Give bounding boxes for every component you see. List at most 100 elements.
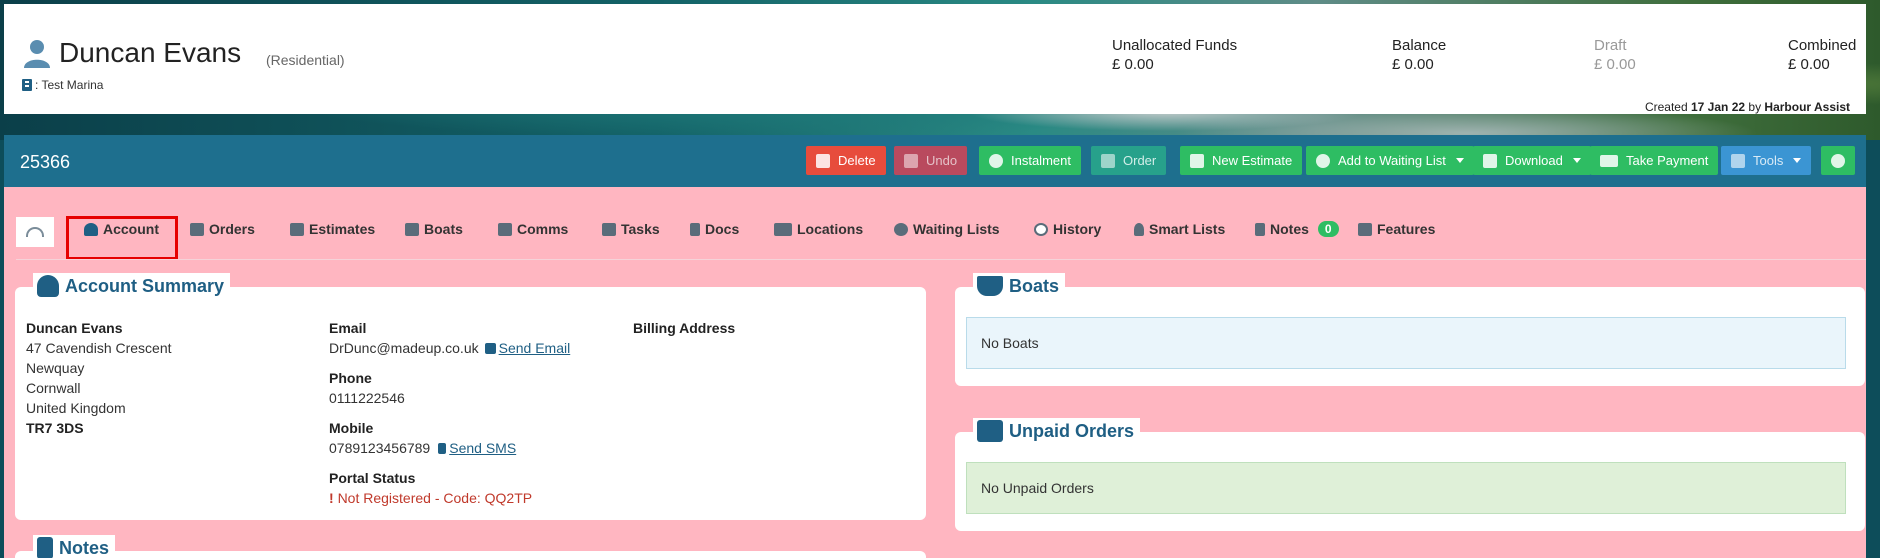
main-content: Account Orders Estimates Boats Comms Tas… (4, 187, 1866, 558)
tab-estimates[interactable]: Estimates (290, 216, 375, 242)
comments-icon (498, 222, 512, 236)
notes-title: Notes (33, 535, 116, 558)
grid-icon (1358, 222, 1372, 236)
tab-waiting-lists[interactable]: Waiting Lists (894, 216, 1000, 242)
mobile-row: 0789123456789 Send SMS (329, 440, 516, 456)
fund-combined: Combined £ 0.00 (1788, 37, 1857, 73)
delete-button[interactable]: Delete (806, 146, 886, 175)
question-icon (290, 222, 304, 236)
person-icon (37, 275, 59, 297)
download-icon (1483, 153, 1497, 168)
bed-icon (774, 222, 792, 236)
tab-features[interactable]: Features (1358, 216, 1435, 242)
clock-icon (894, 222, 908, 236)
account-summary-panel: Duncan Evans 47 Cavendish Crescent Newqu… (15, 287, 926, 520)
address-line-1: 47 Cavendish Crescent (26, 340, 172, 356)
take-payment-button[interactable]: Take Payment (1590, 146, 1719, 175)
send-email-link[interactable]: Send Email (499, 340, 571, 356)
created-info: Created 17 Jan 22 by Harbour Assist (1644, 100, 1850, 114)
tab-orders[interactable]: Orders (190, 216, 255, 242)
order-button[interactable]: Order (1091, 146, 1167, 175)
tools-button[interactable]: Tools (1721, 146, 1812, 175)
marina-line: : Test Marina (22, 78, 103, 92)
boat-icon (405, 222, 419, 236)
ship-icon (977, 276, 1003, 296)
account-name: Duncan Evans (26, 320, 123, 336)
email-value: DrDunc@madeup.co.uk (329, 340, 479, 356)
clock-icon (1316, 153, 1330, 168)
send-sms-link[interactable]: Send SMS (449, 440, 516, 456)
tab-locations[interactable]: Locations (774, 216, 863, 242)
email-label: Email (329, 320, 367, 336)
tab-comms[interactable]: Comms (498, 216, 568, 242)
tab-docs[interactable]: Docs (690, 216, 739, 242)
address-line-4: United Kingdom (26, 400, 126, 416)
tab-dashboard[interactable] (16, 217, 54, 247)
marina-name: : Test Marina (35, 78, 104, 92)
unpaid-orders-title: Unpaid Orders (973, 418, 1141, 444)
billing-address-label: Billing Address (633, 320, 736, 336)
portal-status-value: Not Registered - Code: QQ2TP (337, 490, 533, 506)
credit-card-icon (1600, 154, 1618, 167)
cart-icon (977, 420, 1003, 442)
settings-button[interactable] (1821, 146, 1855, 175)
download-button[interactable]: Download (1473, 146, 1591, 175)
tab-account[interactable]: Account (84, 216, 159, 242)
building-icon (22, 79, 32, 91)
chevron-down-icon (1572, 158, 1581, 163)
user-icon (24, 40, 50, 68)
notes-icon (37, 537, 53, 558)
customer-name: Duncan Evans (59, 37, 242, 68)
tasks-icon (602, 222, 616, 236)
address-line-3: Cornwall (26, 380, 81, 396)
lightbulb-icon (1134, 222, 1144, 236)
postcode: TR7 3DS (26, 420, 84, 436)
tab-tasks[interactable]: Tasks (602, 216, 660, 242)
tab-divider (16, 259, 1866, 260)
customer-type: (Residential) (266, 52, 345, 68)
mobile-phone-icon (438, 443, 447, 454)
add-waiting-list-button[interactable]: Add to Waiting List (1306, 146, 1474, 175)
boats-panel: No Boats (955, 287, 1865, 386)
notes-panel (15, 551, 926, 558)
tab-history[interactable]: History (1034, 216, 1101, 242)
no-unpaid-orders-message: No Unpaid Orders (966, 462, 1846, 514)
history-icon (1034, 222, 1048, 236)
boats-title: Boats (973, 273, 1066, 299)
trash-icon (816, 153, 830, 168)
dashboard-gauge-icon (26, 227, 44, 237)
undo-button[interactable]: Undo (894, 146, 968, 175)
mobile-label: Mobile (329, 420, 374, 436)
cart-icon (190, 222, 204, 236)
wrench-icon (1731, 153, 1745, 168)
undo-icon (904, 153, 918, 168)
notes-count-badge: 0 (1317, 221, 1339, 237)
no-boats-message: No Boats (966, 317, 1846, 369)
account-summary-title: Account Summary (33, 273, 231, 299)
portal-status-label: Portal Status (329, 470, 416, 486)
action-bar: 25366 Delete Undo Instalment Order New E… (4, 135, 1866, 187)
email-row: DrDunc@madeup.co.uk Send Email (329, 340, 570, 356)
fund-balance: Balance £ 0.00 (1392, 37, 1447, 73)
share-icon (484, 343, 496, 354)
unpaid-orders-panel: No Unpaid Orders (955, 432, 1865, 531)
phone-value: 0111222546 (329, 390, 405, 406)
phone-label: Phone (329, 370, 372, 386)
mobile-value: 0789123456789 (329, 440, 431, 456)
tab-smart-lists[interactable]: Smart Lists (1134, 216, 1225, 242)
new-estimate-button[interactable]: New Estimate (1180, 146, 1303, 175)
question-icon (1190, 153, 1204, 168)
fund-unallocated: Unallocated Funds £ 0.00 (1112, 37, 1238, 73)
notes-icon (1255, 222, 1265, 236)
tab-notes[interactable]: Notes 0 (1255, 216, 1339, 242)
refresh-icon (989, 153, 1003, 168)
exclamation-icon: ! (329, 490, 334, 506)
gear-icon (1831, 153, 1845, 168)
portal-status-row: ! Not Registered - Code: QQ2TP (329, 490, 532, 506)
chevron-down-icon (1455, 158, 1464, 163)
address-line-2: Newquay (26, 360, 85, 376)
person-icon (84, 222, 98, 236)
tab-boats[interactable]: Boats (405, 216, 463, 242)
customer-header: Duncan Evans (Residential) : Test Marina… (4, 4, 1866, 114)
instalment-button[interactable]: Instalment (979, 146, 1081, 175)
